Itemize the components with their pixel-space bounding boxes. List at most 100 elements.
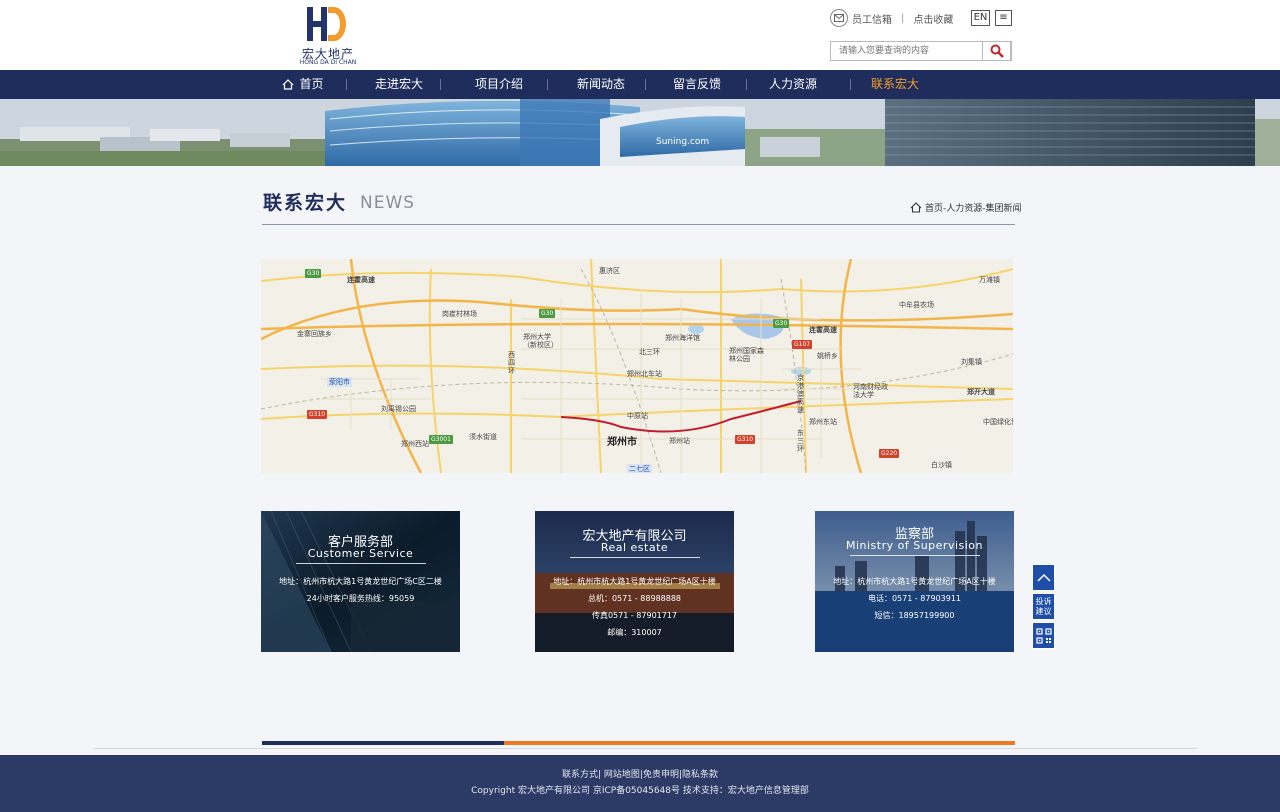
map-road-badge: G107 [792,340,813,349]
map-label: 郑州东站 [809,418,837,426]
footer: 联系方式| 网站地图|免责申明|隐私条款 Copyright 宏大地产有限公司 … [0,755,1280,812]
map-label: 郑州海洋馆 [665,334,700,342]
card-info: 地址：杭州市杭大路1号黄龙世纪广场A区十楼 总机：0571 - 88988888… [553,577,716,637]
nav-divider [440,79,441,90]
map-label: 中牟县农场 [899,301,934,309]
map-label: 万滩镇 [979,276,1000,284]
map-label: 金寨回族乡 [297,330,332,338]
map-label: 荥阳市 [327,377,352,387]
map-road-badge: G310 [735,435,756,444]
map-label: 郑州站 [669,437,690,445]
mail-icon[interactable] [830,9,848,27]
page-subtitle: NEWS [360,193,416,213]
map-label: 郑州北车站 [627,370,662,378]
map-label: 二七区 [627,464,652,473]
map-label: 郑州大学（新校区） [523,333,558,349]
map-label: 河南财经政法大学 [853,383,888,399]
map-label: 郑州西站 [401,440,429,448]
map-road-badge: G30 [539,309,556,318]
map-label: 连霍高速 [347,276,375,284]
language-button[interactable]: EN [971,10,990,26]
staff-mailbox-link[interactable]: 员工信箱 [852,11,892,26]
map-city-label: 郑州市 [607,437,637,448]
contact-card-customer-service[interactable]: 客户服务部 Customer Service 地址：杭州市杭大路1号黄龙世纪广场… [261,511,460,652]
nav-divider [346,79,347,90]
card-subtitle: Customer Service [307,547,414,560]
map-label: 连霍高速 [809,326,837,334]
logo-mark [307,7,346,41]
logo-pinyin: HONG DA DI CHAN [299,59,357,66]
map-road-badge: G3001 [429,435,453,444]
map-label: 中国绿化博览园 [983,418,1013,426]
nav-item-about[interactable]: 走进宏大 [370,70,428,99]
svg-text:Suning.com: Suning.com [656,137,709,147]
footer-rule [93,748,1197,749]
contact-card-supervision[interactable]: 监察部 Ministry of Supervision 地址：杭州市杭大路1号黄… [815,511,1014,652]
search-box [830,41,1012,61]
nav-item-contact[interactable]: 联系宏大 [866,70,924,99]
nav-item-home[interactable]: 首页 [278,70,328,99]
map-label: 东三环 [797,429,804,453]
nav-divider [746,79,747,90]
map-label: 京港澳高速 [797,374,804,414]
map-label: 刘集镇 [961,358,982,366]
breadcrumb-text[interactable]: 首页-人力资源-集团新闻 [925,201,1022,214]
map-road-badge: G220 [879,449,900,458]
map-road-badge: G30 [773,319,790,328]
footer-links[interactable]: 联系方式| 网站地图|免责申明|隐私条款 [0,767,1280,780]
banner-cityscape: Suning.com [0,99,1280,166]
card-info: 地址：杭州市杭大路1号黄龙世纪广场C区二楼 24小时客户服务热线：95059 [279,577,442,603]
chevron-up-icon [1036,573,1051,582]
bookmark-link[interactable]: 点击收藏 [913,11,953,26]
main-nav: 首页 走进宏大 项目介绍 新闻动态 留言反馈 人力资源 联系宏大 [0,70,1280,99]
home-icon [910,202,922,213]
card-divider [570,557,700,558]
qrcode-button[interactable] [1032,622,1055,649]
map-label: 岗崔村林场 [442,310,477,318]
footer-accent-bar-blue [262,741,504,745]
home-icon [283,79,294,90]
map-label: 刘禹锡公园 [381,405,416,413]
qrcode-icon [1035,627,1052,644]
search-icon [990,44,1004,58]
back-to-top-button[interactable] [1032,564,1055,591]
banner-image: Suning.com [0,99,1280,166]
header: 宏大地产 HONG DA DI CHAN 员工信箱 | 点击收藏 EN ≡ [0,0,1280,70]
complaint-button[interactable]: 投诉建议 [1032,593,1055,620]
search-input[interactable] [831,42,983,60]
card-subtitle: Ministry of Supervision [845,539,984,552]
title-divider [262,224,1015,225]
map-label: 郑州国家森林公园 [729,347,764,363]
breadcrumb: 首页-人力资源-集团新闻 [910,201,1022,214]
nav-item-news[interactable]: 新闻动态 [572,70,630,99]
footer-copyright: Copyright 宏大地产有限公司 京ICP备05045648号 技术支持：宏… [471,786,809,796]
map-label: 郑开大道 [967,388,995,396]
top-links: 员工信箱 | 点击收藏 [830,8,953,28]
card-divider [296,563,426,564]
search-button[interactable] [982,41,1011,61]
map-road-badge: G30 [305,269,322,278]
complaint-label: 投诉建议 [1035,596,1052,616]
nav-item-hr[interactable]: 人力资源 [764,70,822,99]
card-subtitle: Real estate [600,541,669,554]
contact-card-real-estate[interactable]: 宏大地产有限公司 Real estate 地址：杭州市杭大路1号黄龙世纪广场A区… [535,511,734,652]
nav-divider [850,79,851,90]
nav-item-feedback[interactable]: 留言反馈 [668,70,726,99]
map-label: 姚桥乡 [817,352,838,360]
map-label: 北三环 [639,348,660,356]
nav-divider [547,79,548,90]
nav-item-projects[interactable]: 项目介绍 [470,70,528,99]
page-title: 联系宏大 [263,192,348,214]
map-label: 西四环 [508,351,515,375]
map-road-badge: G310 [307,410,328,419]
map-label: 中原站 [627,412,648,420]
logo[interactable]: 宏大地产 HONG DA DI CHAN [298,4,358,66]
location-map[interactable]: 惠济区 万滩镇 连霍高速 岗崔村林场 郑州大学（新校区） 郑州海洋馆 中牟县农场… [261,259,1013,473]
map-label: 须水街道 [469,433,497,441]
menu-button[interactable]: ≡ [995,10,1012,26]
divider: | [901,12,905,24]
menu-icon: ≡ [999,12,1008,23]
map-label: 白沙镇 [931,461,952,469]
map-label: 惠济区 [599,267,620,275]
card-divider [850,555,980,556]
